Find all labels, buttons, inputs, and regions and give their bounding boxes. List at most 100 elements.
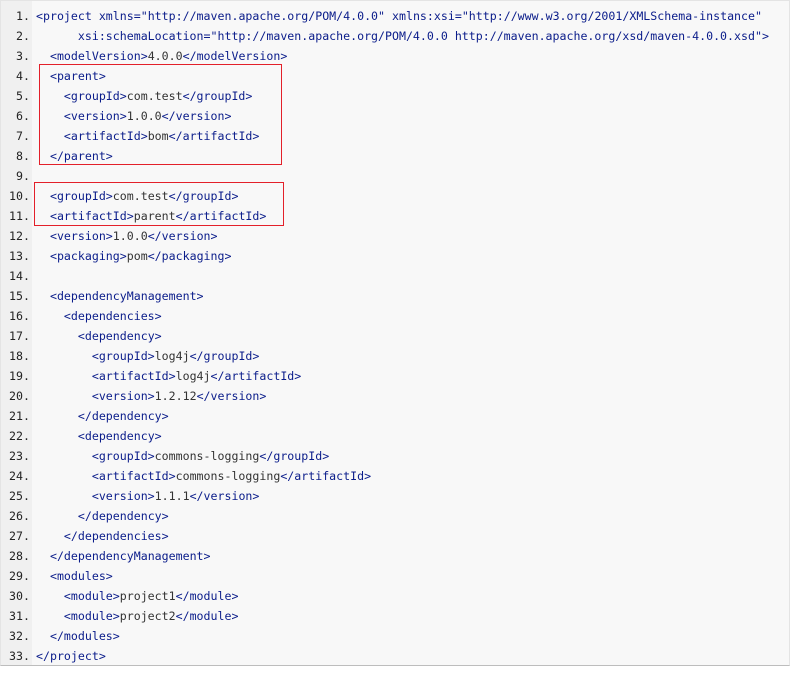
code-token-tag: </version> [161, 109, 232, 123]
line-number: 9. [16, 169, 30, 183]
line-code: </dependency> [36, 506, 169, 526]
code-token-tag: <groupId> [91, 349, 155, 363]
line-number: 21. [9, 409, 30, 423]
code-token-tag: </modelVersion> [182, 49, 288, 63]
code-line: 17. <dependency> [1, 326, 789, 346]
code-token-tag: </version> [196, 389, 267, 403]
line-code: <version>1.2.12</version> [36, 386, 267, 406]
line-number: 24. [9, 469, 30, 483]
code-token-tag: </module> [175, 609, 239, 623]
line-code: </dependency> [36, 406, 169, 426]
code-token-val: "http://maven.apache.org/POM/4.0.0 http:… [210, 29, 762, 43]
code-line: 31. <module>project2</module> [1, 606, 789, 626]
line-number: 27. [9, 529, 30, 543]
code-lines: 1. <project xmlns="http://maven.apache.or… [1, 6, 789, 666]
line-number: 23. [9, 449, 30, 463]
line-code: </parent> [36, 146, 113, 166]
line-number: 29. [9, 569, 30, 583]
line-number: 2. [16, 29, 30, 43]
line-number: 28. [9, 549, 30, 563]
code-token-text: project1 [119, 589, 176, 603]
code-token-tag: = [133, 9, 141, 23]
line-number: 33. [9, 649, 30, 663]
line-number: 31. [9, 609, 30, 623]
line-number: 10. [9, 189, 30, 203]
code-token-text: log4j [175, 369, 211, 383]
code-token-attr: xmlns:xsi [392, 9, 455, 23]
line-number: 13. [9, 249, 30, 263]
line-number: 25. [9, 489, 30, 503]
line-code: <project xmlns="http://maven.apache.org/… [36, 6, 762, 26]
code-token-tag: <groupId> [63, 89, 127, 103]
line-number: 8. [16, 149, 30, 163]
code-line: 15. <dependencyManagement> [1, 286, 789, 306]
code-line: 20. <version>1.2.12</version> [1, 386, 789, 406]
code-token-text: parent [133, 209, 176, 223]
code-token-text: 4.0.0 [147, 49, 183, 63]
line-number: 18. [9, 349, 30, 363]
code-line: 32. </modules> [1, 626, 789, 646]
code-token-text: 1.0.0 [112, 229, 148, 243]
code-token-text: commons-logging [154, 449, 260, 463]
code-token-tag: </dependency> [77, 509, 169, 523]
code-token-tag: <module> [63, 609, 120, 623]
line-code: <modelVersion>4.0.0</modelVersion> [36, 46, 287, 66]
line-code: <dependency> [36, 326, 162, 346]
code-line: 24. <artifactId>commons-logging</artifac… [1, 466, 789, 486]
code-line: 18. <groupId>log4j</groupId> [1, 346, 789, 366]
line-number: 32. [9, 629, 30, 643]
line-number: 1. [16, 9, 30, 23]
line-number: 15. [9, 289, 30, 303]
line-number: 4. [16, 69, 30, 83]
line-code: </modules> [36, 626, 120, 646]
code-token-tag: </version> [189, 489, 260, 503]
code-line: 13. <packaging>pom</packaging> [1, 246, 789, 266]
code-line: 10. <groupId>com.test</groupId> [1, 186, 789, 206]
code-token-tag: </parent> [49, 149, 113, 163]
line-code: </dependencyManagement> [36, 546, 211, 566]
line-code: xsi:schemaLocation="http://maven.apache.… [36, 26, 769, 46]
line-code: <module>project1</module> [36, 586, 239, 606]
code-token-tag: </groupId> [189, 349, 260, 363]
code-token-tag: </artifactId> [168, 129, 260, 143]
line-code: <module>project2</module> [36, 606, 239, 626]
line-code: <dependencyManagement> [36, 286, 204, 306]
line-code: <groupId>log4j</groupId> [36, 346, 260, 366]
code-token-text: bom [147, 129, 169, 143]
code-token-text: com.test [112, 189, 169, 203]
code-token-text: 1.2.12 [154, 389, 197, 403]
code-line: 22. <dependency> [1, 426, 789, 446]
line-code: <groupId>commons-logging</groupId> [36, 446, 329, 466]
code-token-text: 1.1.1 [154, 489, 190, 503]
line-number: 19. [9, 369, 30, 383]
code-token-tag: </groupId> [182, 89, 253, 103]
code-token-text: commons-logging [175, 469, 281, 483]
line-code: <packaging>pom</packaging> [36, 246, 232, 266]
line-number: 11. [9, 209, 30, 223]
code-line: 3. <modelVersion>4.0.0</modelVersion> [1, 46, 789, 66]
code-line: 25. <version>1.1.1</version> [1, 486, 789, 506]
line-number: 12. [9, 229, 30, 243]
line-number: 20. [9, 389, 30, 403]
code-token-tag: > [761, 29, 769, 43]
line-number: 3. [16, 49, 30, 63]
code-line: 5. <groupId>com.test</groupId> [1, 86, 789, 106]
line-number: 7. [16, 129, 30, 143]
code-token-tag [385, 9, 392, 23]
code-token-text: project2 [119, 609, 176, 623]
line-code: <version>1.0.0</version> [36, 226, 218, 246]
code-token-val: "http://www.w3.org/2001/XMLSchema-instan… [461, 9, 762, 23]
line-number: 16. [9, 309, 30, 323]
line-code: <dependency> [36, 426, 162, 446]
code-token-tag: <version> [91, 389, 155, 403]
code-token-text: log4j [154, 349, 190, 363]
line-code: <modules> [36, 566, 113, 586]
code-token-attr: xsi:schemaLocation [36, 29, 204, 43]
code-token-tag: = [203, 29, 211, 43]
code-line: 6. <version>1.0.0</version> [1, 106, 789, 126]
code-line: 4. <parent> [1, 66, 789, 86]
line-number: 26. [9, 509, 30, 523]
code-token-text: pom [126, 249, 148, 263]
line-code: <artifactId>bom</artifactId> [36, 126, 259, 146]
code-token-tag: <groupId> [91, 449, 155, 463]
